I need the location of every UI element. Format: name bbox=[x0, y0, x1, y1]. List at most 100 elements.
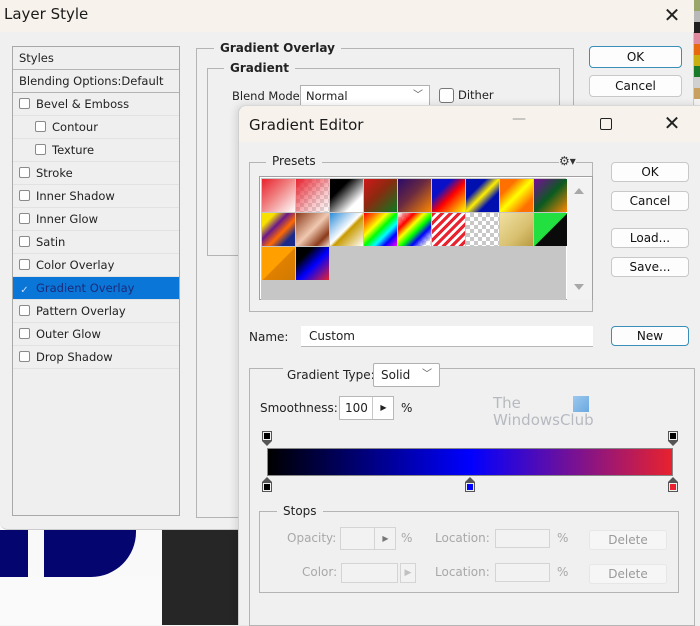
checkbox[interactable] bbox=[19, 328, 30, 339]
delete-color-stop-button[interactable]: Delete bbox=[589, 564, 667, 584]
color-location-input[interactable] bbox=[495, 563, 550, 582]
checkbox-checked[interactable]: ✓ bbox=[19, 285, 30, 296]
color-stop-handle[interactable] bbox=[464, 477, 476, 493]
canvas-shape bbox=[0, 530, 28, 577]
preset-violet-orange[interactable] bbox=[398, 179, 431, 212]
style-item-outer-glow[interactable]: Outer Glow bbox=[13, 323, 179, 346]
smoothness-input[interactable]: 100 ▶ bbox=[339, 396, 394, 420]
checkbox[interactable] bbox=[19, 236, 30, 247]
color-swatch[interactable] bbox=[694, 11, 700, 22]
name-input[interactable] bbox=[301, 326, 593, 347]
style-item-label: Drop Shadow bbox=[36, 350, 113, 364]
style-item-drop-shadow[interactable]: Drop Shadow bbox=[13, 346, 179, 369]
preset-transparent[interactable] bbox=[466, 213, 499, 246]
preset-black-white[interactable] bbox=[330, 179, 363, 212]
opacity-location-input[interactable] bbox=[495, 529, 550, 548]
load-button[interactable]: Load... bbox=[611, 228, 689, 248]
preset-transparent-stripes[interactable] bbox=[432, 213, 465, 246]
preset-chrome[interactable] bbox=[330, 213, 363, 246]
color-picker-arrow-icon[interactable]: ▶ bbox=[400, 563, 416, 583]
titlebar: Gradient Editor — ✕ bbox=[239, 106, 700, 142]
preset-spectrum[interactable] bbox=[364, 213, 397, 246]
gradient-preview-bar[interactable] bbox=[267, 448, 673, 476]
name-label: Name: bbox=[249, 330, 289, 344]
dither-checkbox[interactable] bbox=[439, 88, 454, 103]
play-arrow-icon[interactable]: ▶ bbox=[372, 397, 394, 419]
blend-mode-select[interactable]: Normal ﹀ bbox=[300, 85, 430, 107]
ok-button[interactable]: OK bbox=[589, 46, 682, 68]
preset-red-transparent[interactable] bbox=[296, 179, 329, 212]
checkbox[interactable] bbox=[19, 305, 30, 316]
preset-red-white[interactable] bbox=[262, 179, 295, 212]
preset-blue-red-yellow[interactable] bbox=[432, 179, 465, 212]
checkbox[interactable] bbox=[19, 351, 30, 362]
ok-button[interactable]: OK bbox=[611, 162, 689, 182]
color-swatch[interactable] bbox=[694, 55, 700, 66]
preset-yellow-violet-orange-blue[interactable] bbox=[262, 213, 295, 246]
cancel-button[interactable]: Cancel bbox=[611, 191, 689, 211]
checkbox[interactable] bbox=[35, 144, 46, 155]
checkbox[interactable] bbox=[19, 259, 30, 270]
gear-icon[interactable]: ⚙▾ bbox=[559, 154, 576, 168]
preset-black-blue-red[interactable] bbox=[296, 247, 329, 280]
preset-orange[interactable] bbox=[262, 247, 295, 280]
style-item-gradient-overlay[interactable]: ✓ Gradient Overlay bbox=[13, 277, 179, 300]
opacity-stop-handle[interactable] bbox=[261, 431, 273, 447]
scroll-up-icon[interactable] bbox=[574, 188, 584, 194]
checkbox[interactable] bbox=[35, 121, 46, 132]
color-swatch-input[interactable] bbox=[341, 563, 398, 583]
color-swatch[interactable] bbox=[694, 44, 700, 55]
opacity-input[interactable]: ▶ bbox=[340, 527, 396, 550]
titlebar: Layer Style ✕ bbox=[0, 0, 694, 32]
style-item-bevel-emboss[interactable]: Bevel & Emboss bbox=[13, 93, 179, 116]
style-item-satin[interactable]: Satin bbox=[13, 231, 179, 254]
scroll-down-icon[interactable] bbox=[574, 284, 584, 290]
close-icon[interactable]: ✕ bbox=[657, 110, 687, 136]
save-button[interactable]: Save... bbox=[611, 257, 689, 277]
minimize-icon[interactable]: — bbox=[504, 111, 534, 135]
preset-orange-yellow-orange[interactable] bbox=[500, 179, 533, 212]
checkbox[interactable] bbox=[19, 167, 30, 178]
delete-opacity-stop-button[interactable]: Delete bbox=[589, 530, 667, 550]
new-button[interactable]: New bbox=[611, 326, 689, 346]
gradient-type-label: Gradient Type: bbox=[283, 368, 379, 382]
style-item-color-overlay[interactable]: Color Overlay bbox=[13, 254, 179, 277]
style-item-texture[interactable]: Texture bbox=[13, 139, 179, 162]
color-location-unit: % bbox=[557, 565, 569, 579]
color-swatch[interactable] bbox=[694, 77, 700, 88]
color-swatch[interactable] bbox=[694, 88, 700, 99]
style-item-inner-glow[interactable]: Inner Glow bbox=[13, 208, 179, 231]
preset-red-green[interactable] bbox=[364, 179, 397, 212]
styles-header[interactable]: Styles bbox=[13, 47, 179, 70]
color-swatch[interactable] bbox=[694, 0, 700, 11]
style-item-stroke[interactable]: Stroke bbox=[13, 162, 179, 185]
play-arrow-icon[interactable]: ▶ bbox=[374, 528, 396, 549]
preset-gold[interactable] bbox=[500, 213, 533, 246]
opacity-unit: % bbox=[401, 531, 413, 545]
cancel-button[interactable]: Cancel bbox=[589, 75, 682, 97]
gradient-type-select[interactable]: Solid ﹀ bbox=[373, 363, 440, 387]
checkbox[interactable] bbox=[19, 213, 30, 224]
color-swatch[interactable] bbox=[694, 33, 700, 44]
blending-options-item[interactable]: Blending Options:Default bbox=[13, 70, 179, 93]
presets-grid bbox=[261, 178, 567, 300]
color-stop-handle[interactable] bbox=[261, 477, 273, 493]
preset-green-black[interactable] bbox=[534, 213, 567, 246]
style-item-pattern-overlay[interactable]: Pattern Overlay bbox=[13, 300, 179, 323]
blend-mode-value: Normal bbox=[306, 89, 348, 103]
preset-transparent-rainbow[interactable] bbox=[398, 213, 431, 246]
checkbox[interactable] bbox=[19, 190, 30, 201]
preset-copper[interactable] bbox=[296, 213, 329, 246]
color-swatch[interactable] bbox=[694, 66, 700, 77]
color-stop-handle[interactable] bbox=[667, 477, 679, 493]
maximize-icon[interactable] bbox=[595, 114, 617, 134]
style-item-inner-shadow[interactable]: Inner Shadow bbox=[13, 185, 179, 208]
preset-violet-green-orange[interactable] bbox=[534, 179, 567, 212]
close-icon[interactable]: ✕ bbox=[656, 2, 688, 30]
checkbox[interactable] bbox=[19, 98, 30, 109]
style-item-contour[interactable]: Contour bbox=[13, 116, 179, 139]
opacity-stop-handle[interactable] bbox=[667, 431, 679, 447]
presets-scrollbar[interactable] bbox=[567, 178, 592, 300]
preset-blue-yellow-blue[interactable] bbox=[466, 179, 499, 212]
color-swatch[interactable] bbox=[694, 22, 700, 33]
